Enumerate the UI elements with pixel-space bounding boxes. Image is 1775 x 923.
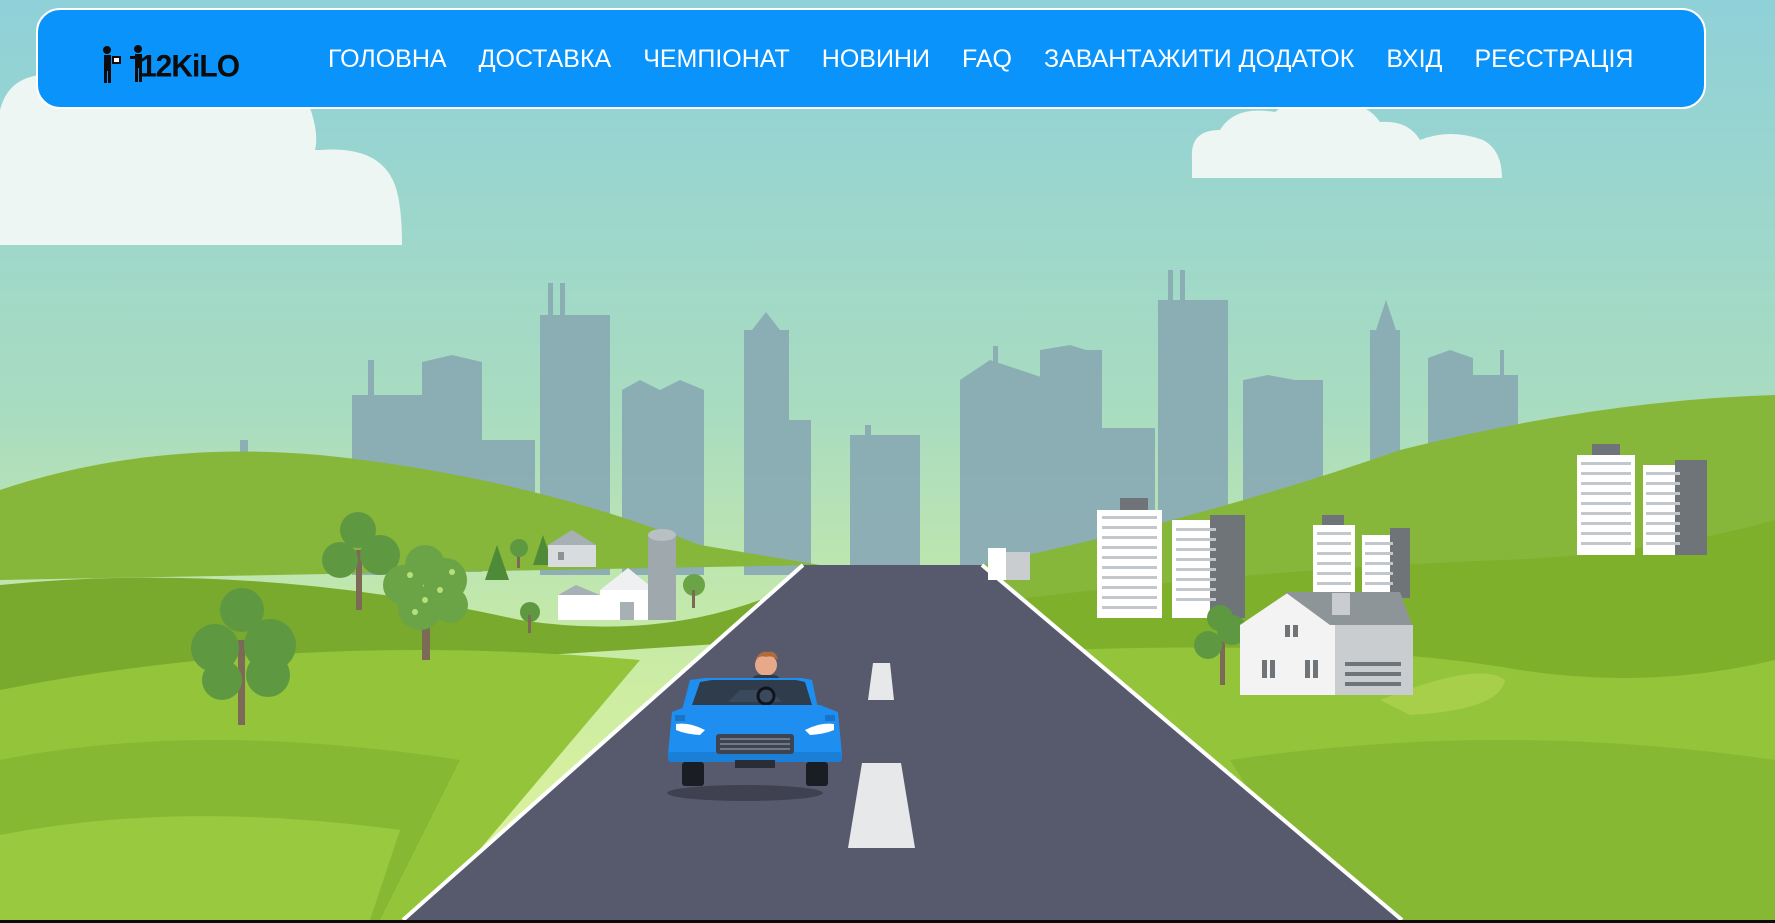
nav-link-faq[interactable]: FAQ xyxy=(962,40,1012,78)
building-icon xyxy=(988,548,1030,580)
top-navbar: 12KiLO ГОЛОВНА ДОСТАВКА ЧЕМПІОНАТ НОВИНИ… xyxy=(36,8,1706,109)
nav-item-login: ВХІД xyxy=(1386,40,1474,78)
nav-item-download-app: ЗАВАНТАЖИТИ ДОДАТОК xyxy=(1044,40,1386,78)
nav-item-register: РЕЄСТРАЦІЯ xyxy=(1474,40,1633,78)
nav-link-login[interactable]: ВХІД xyxy=(1386,40,1442,78)
nav-link-delivery[interactable]: ДОСТАВКА xyxy=(479,40,612,78)
nav-item-faq: FAQ xyxy=(962,40,1044,78)
grass-front-left-3 xyxy=(0,816,400,920)
hero-scene xyxy=(0,0,1775,920)
nav-link-register[interactable]: РЕЄСТРАЦІЯ xyxy=(1474,40,1633,78)
hero-illustration xyxy=(0,0,1775,920)
nav-item-home: ГОЛОВНА xyxy=(328,40,479,78)
nav-link-news[interactable]: НОВИНИ xyxy=(822,40,930,78)
nav-item-delivery: ДОСТАВКА xyxy=(479,40,644,78)
nav-item-championship: ЧЕМПІОНАТ xyxy=(643,40,822,78)
nav-link-championship[interactable]: ЧЕМПІОНАТ xyxy=(643,40,790,78)
nav-item-news: НОВИНИ xyxy=(822,40,962,78)
main-nav: ГОЛОВНА ДОСТАВКА ЧЕМПІОНАТ НОВИНИ FAQ ЗА… xyxy=(328,10,1633,107)
nav-link-download-app[interactable]: ЗАВАНТАЖИТИ ДОДАТОК xyxy=(1044,40,1354,78)
brand-logo[interactable]: 12KiLO xyxy=(100,42,240,86)
brand-logo-text: 12KiLO xyxy=(140,49,240,84)
nav-link-home[interactable]: ГОЛОВНА xyxy=(328,40,447,78)
